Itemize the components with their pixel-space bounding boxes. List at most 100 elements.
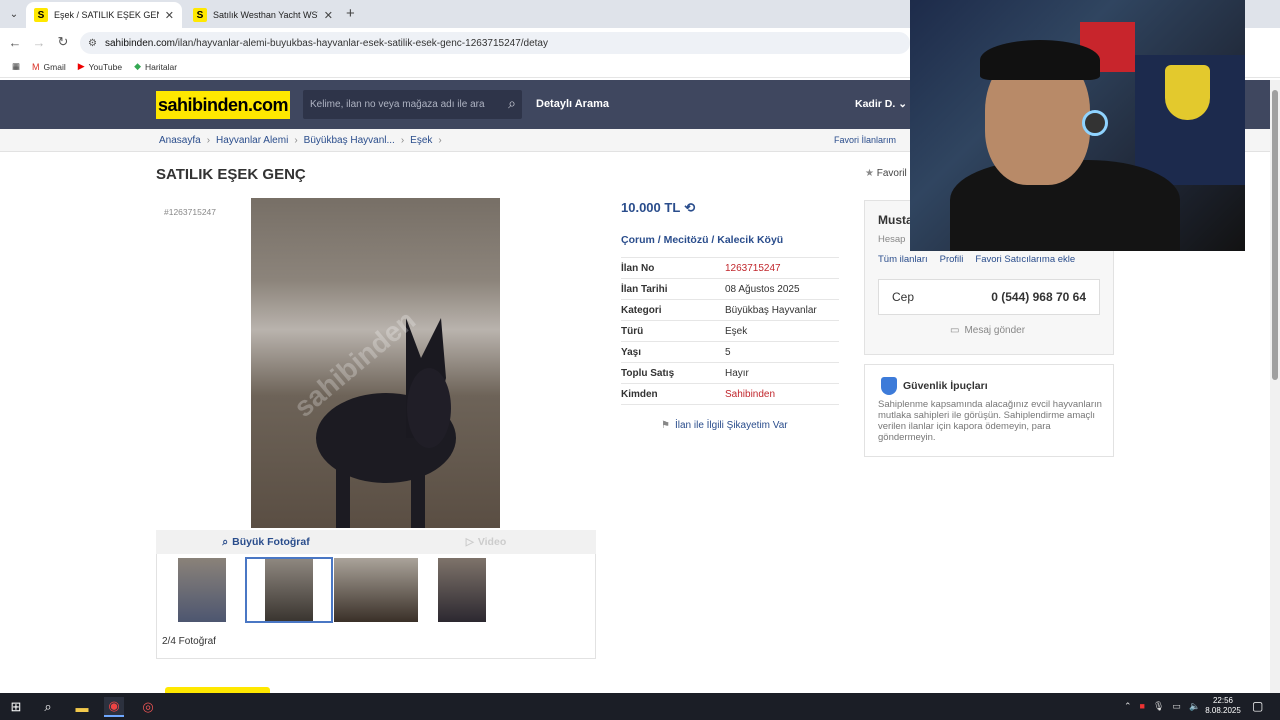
taskbar: ⊞ ⌕ ▬ ◉ ◎ ⌃ ■ 🎙 ▭ 🔈 22:56 8.08.2025 ▢ — [0, 693, 1280, 720]
club-poster-image — [1135, 55, 1245, 185]
network-icon[interactable]: ▭ — [1172, 701, 1181, 712]
webcam-overlay — [910, 0, 1245, 251]
bookmark-gmail[interactable]: M Gmail — [32, 62, 66, 72]
thumbnail[interactable] — [178, 558, 226, 622]
breadcrumb: Anasayfa › Hayvanlar Alemi › Büyükbaş Hayv… — [159, 135, 448, 146]
detail-value: Büyükbaş Hayvanlar — [725, 304, 817, 316]
file-explorer-icon[interactable]: ▬ — [72, 697, 92, 717]
complaint-link[interactable]: ⚑ İlan ile İlgili Şikayetim Var — [661, 420, 788, 431]
breadcrumb-item[interactable]: Büyükbaş Hayvanl... — [304, 135, 395, 146]
add-favorite-seller-link[interactable]: Favori Satıcılarıma ekle — [975, 254, 1075, 265]
all-ads-link[interactable]: Tüm ilanları — [878, 254, 928, 265]
scrollbar-thumb[interactable] — [1272, 90, 1278, 380]
bookmark-youtube[interactable]: ▶ YouTube — [78, 61, 122, 72]
user-menu[interactable]: Kadir D. ⌄ — [855, 98, 907, 110]
favorites-button[interactable]: ★ Favoril — [865, 168, 907, 179]
favorites-label: Favoril — [876, 168, 907, 179]
profile-link[interactable]: Profili — [940, 254, 964, 265]
safety-tips-box: Güvenlik İpuçları Sahiplenme kapsamında … — [864, 364, 1114, 457]
bookmark-maps[interactable]: ◆ Haritalar — [134, 61, 177, 72]
detail-key: Kimden — [621, 388, 658, 400]
star-icon: ★ — [865, 168, 874, 179]
chrome-icon[interactable]: ◉ — [104, 697, 124, 717]
chat-icon: ▭ — [950, 325, 960, 336]
url-field[interactable]: ⚙ sahibinden.com/ilan/hayvanlar-alemi-bu… — [80, 32, 910, 54]
location-link[interactable]: Çorum / Mecitözü / Kalecik Köyü — [621, 234, 783, 246]
search-icon[interactable]: ⌕ — [38, 697, 58, 717]
magnifier-icon: ⌕ — [222, 535, 229, 548]
clock-date: 8.08.2025 — [1205, 706, 1241, 715]
site-info-icon[interactable]: ⚙ — [88, 38, 97, 49]
thumbnail-strip: 2/4 Fotoğraf — [156, 554, 596, 659]
clock[interactable]: 22:56 8.08.2025 — [1200, 696, 1246, 716]
detailed-search-link[interactable]: Detaylı Arama — [536, 98, 609, 110]
search-placeholder: Kelime, ilan no veya mağaza adı ile ara — [310, 99, 485, 110]
detail-row: Kategori Büyükbaş Hayvanlar — [621, 300, 839, 321]
seller-name[interactable]: Musta — [878, 213, 913, 227]
tab-title: Eşek / SATILIK EŞEK GENÇ sahibi — [54, 10, 159, 20]
search-input[interactable]: Kelime, ilan no veya mağaza adı ile ara … — [303, 90, 522, 119]
chevron-right-icon: › — [294, 135, 298, 146]
person-cap — [980, 40, 1100, 80]
new-tab-icon[interactable]: + — [346, 5, 355, 22]
thumbnail[interactable] — [438, 558, 486, 622]
tab-title: Satılık Westhan Yacht WST 8.5( — [213, 10, 318, 20]
site-logo[interactable]: sahibinden.com — [156, 91, 290, 119]
phone-box[interactable]: Cep 0 (544) 968 70 64 — [878, 279, 1100, 315]
app-tray-icon[interactable]: ■ — [1140, 701, 1145, 712]
bookmark-label: YouTube — [88, 61, 123, 72]
back-icon[interactable]: ← — [3, 35, 27, 50]
listing-title: SATILIK EŞEK GENÇ — [156, 166, 306, 183]
chevron-down-icon: ⌄ — [898, 98, 907, 110]
search-icon[interactable]: ⌕ — [508, 95, 516, 112]
detail-row: İlan No 1263715247 — [621, 258, 839, 279]
close-tab-icon[interactable]: ✕ — [165, 9, 174, 22]
sahibinden-favicon-icon: S — [193, 8, 207, 22]
tab-search-icon[interactable]: ⌄ — [6, 6, 22, 22]
details-table: İlan No 1263715247 İlan Tarihi 08 Ağustos … — [621, 257, 839, 405]
sahibinden-favicon-icon: S — [34, 8, 48, 22]
reload-icon[interactable]: ↻ — [51, 34, 75, 50]
send-message-button[interactable]: ▭ Mesaj gönder — [950, 325, 1025, 336]
apps-grid-icon[interactable]: ▦ — [12, 61, 20, 72]
browser-tab[interactable]: S Satılık Westhan Yacht WST 8.5( ✕ — [185, 2, 341, 28]
seller-links: Tüm ilanları Profili Favori Satıcılarıma… — [878, 254, 1087, 265]
price-history-icon[interactable]: ⟲ — [684, 200, 695, 215]
bookmark-label: Gmail — [43, 61, 66, 72]
chevron-right-icon: › — [438, 135, 442, 146]
notification-icon[interactable]: ▢ — [1252, 699, 1263, 713]
safety-title: Güvenlik İpuçları — [903, 380, 988, 392]
scrollbar[interactable] — [1270, 80, 1280, 693]
breadcrumb-item[interactable]: Anasayfa — [159, 135, 201, 146]
breadcrumb-item[interactable]: Eşek — [410, 135, 432, 146]
maps-icon: ◆ — [134, 61, 141, 71]
video-button[interactable]: ▷ Video — [376, 530, 596, 554]
recording-app-icon[interactable]: ◎ — [138, 697, 158, 717]
big-photo-label: Büyük Fotoğraf — [232, 536, 310, 548]
detail-value: Eşek — [725, 325, 748, 337]
big-photo-button[interactable]: ⌕ Büyük Fotoğraf — [156, 530, 376, 554]
favorite-ads-link[interactable]: Favori İlanlarım — [834, 135, 896, 145]
url-path: /ilan/hayvanlar-alemi-buyukbas-hayvanlar… — [175, 37, 548, 49]
safety-text: Sahiplenme kapsamında alacağınız evcil h… — [878, 399, 1102, 443]
forward-icon[interactable]: → — [27, 35, 51, 50]
breadcrumb-item[interactable]: Hayvanlar Alemi — [216, 135, 288, 146]
play-icon: ▷ — [465, 536, 474, 548]
detail-row: İlan Tarihi 08 Ağustos 2025 — [621, 279, 839, 300]
windows-start-icon[interactable]: ⊞ — [6, 697, 26, 717]
browser-tab-active[interactable]: S Eşek / SATILIK EŞEK GENÇ sahibi ✕ — [26, 2, 182, 28]
main-photo[interactable]: sahibinden — [251, 198, 500, 528]
thumbnail-selected[interactable] — [245, 557, 333, 623]
send-message-label: Mesaj gönder — [964, 325, 1026, 336]
volume-icon[interactable]: 🔈 — [1189, 701, 1200, 712]
system-tray: ⌃ ■ 🎙 ▭ 🔈 — [1124, 701, 1208, 712]
microphone-icon[interactable]: 🎙 — [1153, 701, 1164, 712]
chevron-up-icon[interactable]: ⌃ — [1124, 701, 1132, 712]
detail-key: İlan Tarihi — [621, 283, 668, 295]
thumbnail[interactable] — [334, 558, 418, 622]
user-name: Kadir D. — [855, 98, 896, 110]
close-tab-icon[interactable]: ✕ — [324, 9, 333, 22]
price-value: 10.000 TL — [621, 200, 681, 215]
detail-key: Yaşı — [621, 346, 642, 358]
detail-value: 5 — [725, 346, 731, 358]
